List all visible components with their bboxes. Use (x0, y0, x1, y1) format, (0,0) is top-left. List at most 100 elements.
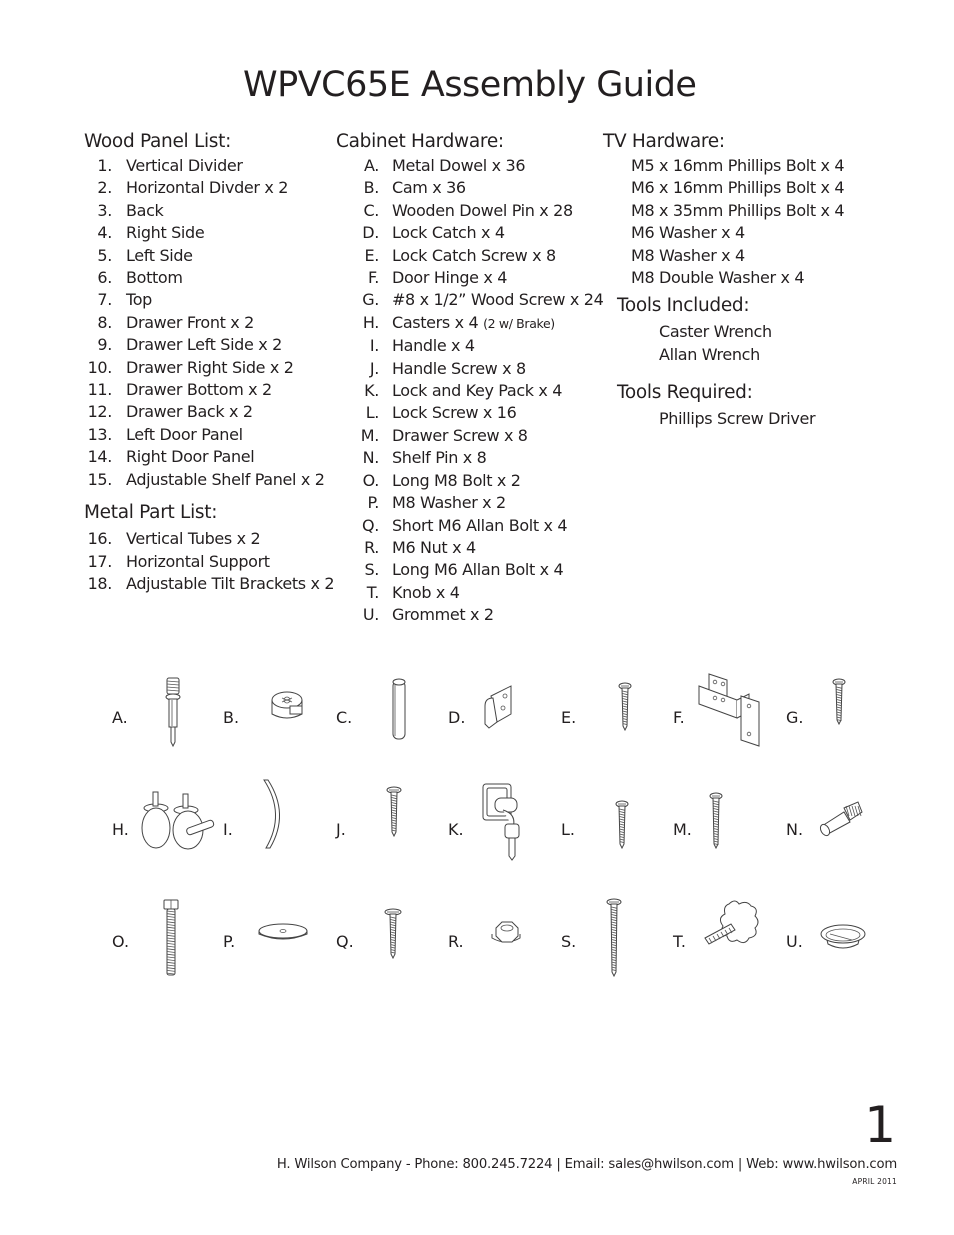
list-item: F. Door Hinge x 4 (336, 267, 601, 289)
knob-icon (703, 898, 763, 948)
list-item: 16. Vertical Tubes x 2 (84, 528, 334, 550)
list-item: B. Cam x 36 (336, 177, 601, 199)
part-label: P. (223, 932, 236, 951)
item-label: Vertical Divider (126, 156, 243, 175)
list-item: Caster Wrench (659, 321, 863, 343)
lock-catch-screw-icon (617, 682, 633, 732)
list-item: U. Grommet x 2 (336, 604, 601, 626)
item-label: Adjustable Shelf Panel x 2 (126, 469, 325, 489)
list-item: M6 x 16mm Phillips Bolt x 4 (631, 177, 863, 199)
item-number: 13. (87, 424, 113, 444)
list-item: N. Shelf Pin x 8 (336, 447, 601, 469)
item-label: Knob x 4 (392, 582, 460, 602)
page-title: WPVC65E Assembly Guide (243, 65, 697, 106)
item-label: Drawer Front x 2 (126, 312, 254, 332)
part-label: G. (786, 708, 804, 727)
page-number: 1 (864, 1096, 896, 1154)
item-label: Caster Wrench (659, 322, 772, 342)
part-label: A. (112, 708, 128, 727)
list-item: 1. Vertical Divider (84, 155, 334, 177)
list-item: 10. Drawer Right Side x 2 (84, 357, 334, 379)
list-item: M8 x 35mm Phillips Bolt x 4 (631, 200, 863, 222)
list-item: Phillips Screw Driver (659, 408, 863, 430)
list-item: 5. Left Side (84, 245, 334, 267)
part-label: T. (673, 932, 686, 951)
list-item: 15. Adjustable Shelf Panel x 2 (84, 469, 334, 491)
list-item: M6 Washer x 4 (631, 222, 863, 244)
list-item: 9. Drawer Left Side x 2 (84, 334, 334, 356)
part-label: H. (112, 820, 129, 839)
metal-part-list: 16. Vertical Tubes x 2 17. Horizontal Suppo… (84, 528, 335, 595)
metal-part-list-heading: Metal Part List: (84, 502, 218, 524)
item-number: B. (363, 178, 380, 198)
tv-hardware-heading: TV Hardware: (603, 131, 725, 152)
short-m6-allan-bolt-icon (384, 908, 403, 960)
item-number: 12. (87, 402, 113, 422)
tools-included-list: Caster Wrench Allan Wrench (659, 321, 863, 366)
item-label: Drawer Bottom x 2 (126, 380, 272, 400)
part-label: C. (336, 708, 353, 727)
item-note: (2 w/ Brake) (483, 315, 555, 331)
item-number: G. (362, 290, 379, 310)
list-item: M8 Double Washer x 4 (631, 267, 863, 289)
item-number: K. (364, 381, 379, 401)
item-label: Lock Screw x 16 (392, 403, 517, 423)
item-number: 15. (87, 469, 113, 489)
wood-panel-list-heading: Wood Panel List: (84, 131, 232, 152)
list-item: 12. Drawer Back x 2 (84, 401, 334, 423)
door-hinge-icon (697, 672, 761, 748)
part-label: U. (786, 932, 803, 951)
cabinet-hardware-heading: Cabinet Hardware: (336, 131, 504, 152)
cabinet-hardware-column: Cabinet Hardware: A. Metal Dowel x 36 B. Ca… (336, 129, 604, 627)
m8-washer-icon (258, 922, 308, 942)
item-label: Lock Catch x 4 (392, 223, 505, 243)
item-label: Drawer Right Side x 2 (126, 357, 294, 377)
item-number: 17. (87, 551, 113, 571)
list-item: E. Lock Catch Screw x 8 (336, 245, 601, 267)
item-number: E. (364, 245, 380, 265)
item-number: C. (363, 200, 379, 220)
handle-screw-icon (386, 786, 402, 838)
part-label: M. (673, 820, 692, 839)
part-label: I. (223, 820, 233, 839)
list-item: 7. Top (84, 289, 334, 311)
item-label: #8 x 1/2” Wood Screw x 24 (392, 290, 604, 310)
item-label: Lock Catch Screw x 8 (392, 245, 556, 265)
item-number: T. (366, 582, 380, 602)
item-label: Lock and Key Pack x 4 (392, 381, 563, 401)
item-number: 14. (87, 447, 113, 467)
drawer-screw-icon (708, 792, 724, 850)
item-label: M6 Washer x 4 (631, 223, 745, 243)
handle-icon (260, 778, 284, 850)
part-label: E. (561, 708, 577, 727)
item-label: M8 Washer x 2 (392, 493, 506, 513)
item-label: M8 x 35mm Phillips Bolt x 4 (631, 200, 845, 220)
part-label: S. (561, 932, 577, 951)
item-number: 6. (97, 268, 112, 288)
item-label: Horizontal Support (126, 551, 270, 571)
part-label: R. (448, 932, 464, 951)
list-item: 2. Horizontal Divder x 2 (84, 177, 334, 199)
item-number: 5. (97, 245, 112, 265)
item-number: P. (367, 493, 379, 513)
item-number: S. (364, 560, 379, 580)
item-number: 7. (97, 290, 112, 310)
list-item: C. Wooden Dowel Pin x 28 (336, 200, 601, 222)
item-label: M8 Washer x 4 (631, 245, 745, 265)
wooden-dowel-pin-icon (392, 678, 406, 742)
part-label: N. (786, 820, 804, 839)
cabinet-hardware-list: A. Metal Dowel x 36 B. Cam x 36 C. Wooden Dow… (336, 155, 604, 627)
tv-hardware-list: M5 x 16mm Phillips Bolt x 4 M6 x 16mm Phi… (631, 155, 863, 289)
item-label: Bottom (126, 268, 183, 288)
part-label: K. (448, 820, 464, 839)
item-label: M6 x 16mm Phillips Bolt x 4 (631, 178, 845, 198)
list-item: L. Lock Screw x 16 (336, 402, 601, 424)
list-item: 8. Drawer Front x 2 (84, 312, 334, 334)
list-item: 3. Back (84, 200, 334, 222)
list-item: S. Long M6 Allan Bolt x 4 (336, 559, 601, 581)
list-item: D. Lock Catch x 4 (336, 222, 601, 244)
item-number: H. (362, 312, 379, 332)
long-m6-allan-bolt-icon (606, 898, 624, 978)
item-number: L. (365, 403, 380, 423)
cam-icon (270, 690, 304, 722)
